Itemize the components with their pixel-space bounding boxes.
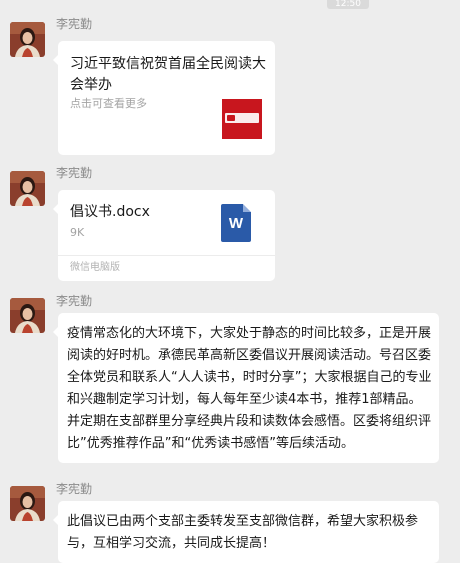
file-card[interactable]: 倡议书.docx 9K W 微信电脑版 [53, 190, 275, 281]
file-source: 微信电脑版 [70, 262, 120, 273]
word-document-icon: W [221, 204, 251, 242]
timestamp: 12:50 [327, 0, 369, 9]
message-bubble[interactable]: 疫情常态化的大环境下，大家处于静态的时间比较多，正是开展阅读的好时机。承德民革高… [53, 313, 439, 463]
avatar-image [10, 486, 45, 521]
divider [58, 255, 275, 256]
avatar[interactable] [10, 22, 45, 57]
file-size: 9K [70, 226, 85, 239]
xuexi-qiangguo-logo-icon [222, 99, 262, 139]
link-card[interactable]: 习近平致信祝贺首届全民阅读大会举办 点击可查看更多 [53, 41, 275, 155]
sender-name: 李宪勤 [56, 166, 93, 180]
sender-name: 李宪勤 [56, 17, 93, 31]
sender-name: 李宪勤 [56, 294, 93, 308]
message-text: 疫情常态化的大环境下，大家处于静态的时间比较多，正是开展阅读的好时机。承德民革高… [67, 326, 432, 451]
file-name: 倡议书.docx [70, 204, 150, 220]
avatar-image [10, 298, 45, 333]
avatar[interactable] [10, 486, 45, 521]
link-title: 习近平致信祝贺首届全民阅读大会举办 [70, 56, 266, 93]
avatar[interactable] [10, 298, 45, 333]
link-description: 点击可查看更多 [70, 97, 147, 110]
message-text: 此倡议已由两个支部主委转发至支部微信群，希望大家积极参与，互相学习交流，共同成长… [67, 514, 419, 551]
message-bubble[interactable]: 此倡议已由两个支部主委转发至支部微信群，希望大家积极参与，互相学习交流，共同成长… [53, 501, 439, 563]
avatar[interactable] [10, 171, 45, 206]
sender-name: 李宪勤 [56, 482, 93, 496]
avatar-image [10, 22, 45, 57]
word-icon-letter: W [228, 215, 244, 232]
avatar-image [10, 171, 45, 206]
